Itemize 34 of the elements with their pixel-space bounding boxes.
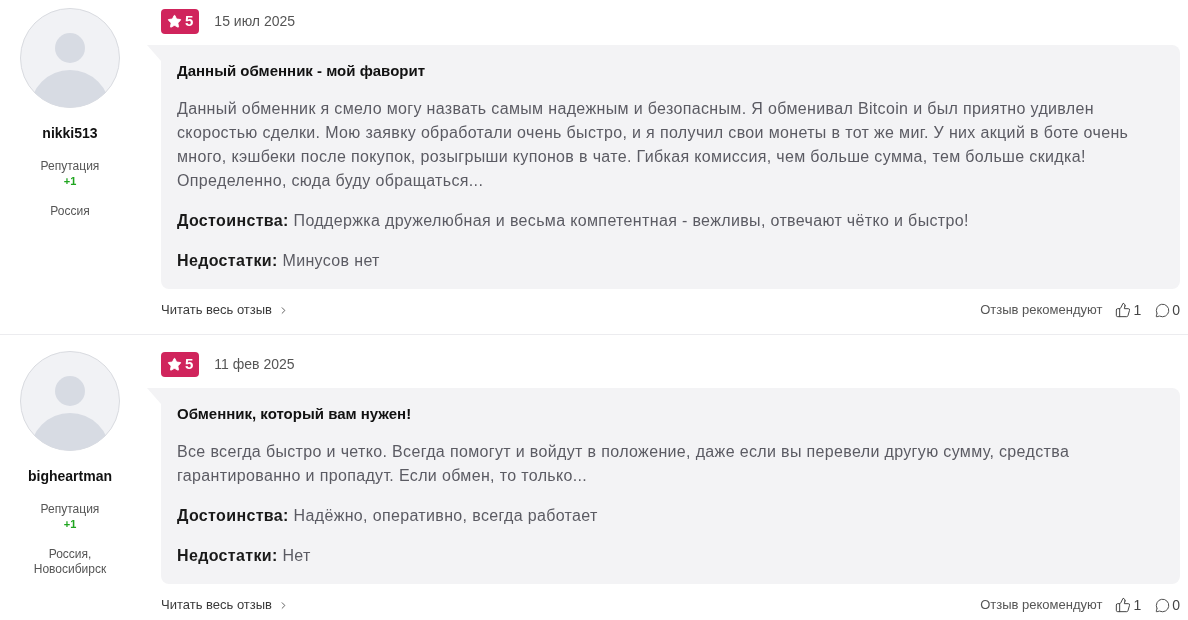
review-date: 15 июл 2025 (214, 12, 296, 31)
like-button[interactable]: 1 (1115, 594, 1142, 616)
review-text: Данный обменник я смело могу назвать самым надежным и безопасным. Я обменивал Bitcoin и был приятно удивлен скоростью сделки. Мою заявку обработали очень быстро, и я получил свои монеты в тот же миг. У них акций в боте очень много, кэшбеки после покупок, розыгрыши купонов в чате. Гибкая комиссия, чем больше сумма, тем больше скидка! Определенно, сюда буду обращаться... (177, 99, 1130, 191)
rating-badge: 5 (161, 9, 200, 34)
reputation-value: +1 (63, 174, 77, 188)
author-name[interactable]: nikki513 (42, 123, 98, 143)
author-location: Россия, Новосибирск (32, 547, 108, 577)
rating-badge: 5 (161, 352, 200, 377)
author-location: Россия (50, 204, 90, 219)
comments-button[interactable]: 0 (1155, 299, 1180, 321)
review-date: 11 фев 2025 (214, 355, 295, 374)
pros-text: Достоинства: Надёжно, оперативно, всегда работает (177, 506, 599, 526)
recommend-label: Отзыв рекомендуют (980, 596, 1103, 615)
comment-icon (1155, 302, 1171, 318)
reputation-label: Репутация (40, 501, 100, 517)
cons-text: Недостатки: Нет (177, 546, 312, 566)
pros-text: Достоинства: Поддержка дружелюбная и весьма компетентная - вежливы, отвечают чётко и быстро! (177, 211, 970, 231)
star-icon (167, 14, 182, 29)
review-text: Все всегда быстро и четко. Всегда помогут и войдут в положение, даже если вы перевели другую сумму, средства гарантированно и пропадут. Если обмен, то только... (177, 442, 1071, 486)
like-button[interactable]: 1 (1115, 299, 1142, 321)
comment-icon (1155, 597, 1171, 613)
cons-text: Недостатки: Минусов нет (177, 251, 381, 271)
reputation-value: +1 (63, 517, 77, 531)
author-name[interactable]: bigheartman (28, 466, 112, 486)
comments-button[interactable]: 0 (1155, 594, 1180, 616)
review-title: Обменник, который вам нужен! (177, 404, 413, 424)
read-more-link[interactable]: Читать весь отзыв (161, 595, 289, 615)
recommend-label: Отзыв рекомендуют (980, 301, 1103, 320)
thumbs-up-icon (1115, 302, 1132, 318)
read-more-link[interactable]: Читать весь отзыв (161, 300, 289, 320)
star-icon (167, 357, 182, 372)
thumbs-up-icon (1115, 597, 1132, 613)
reputation-label: Репутация (40, 158, 100, 174)
review-title: Данный обменник - мой фаворит (177, 61, 427, 81)
